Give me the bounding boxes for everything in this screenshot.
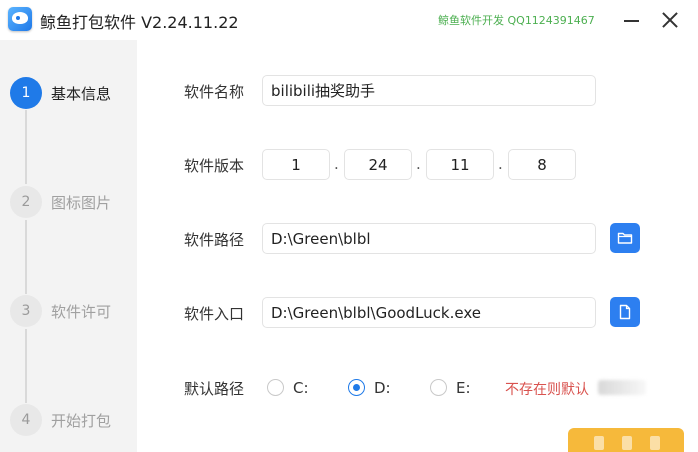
software-name-input[interactable]: bilibili抽奖助手 <box>262 75 596 106</box>
file-icon <box>619 304 631 320</box>
drive-e-label[interactable]: E: <box>456 379 471 397</box>
drive-d-label[interactable]: D: <box>374 379 391 397</box>
software-path-input[interactable]: D:\Green\blbl <box>262 223 596 254</box>
steps-sidebar: 1 基本信息 2 图标图片 3 软件许可 4 开始打包 <box>0 40 137 452</box>
step-2-circle[interactable]: 2 <box>10 186 42 218</box>
step-4-label[interactable]: 开始打包 <box>51 410 111 431</box>
version-separator: . <box>334 155 339 173</box>
drive-c-radio[interactable] <box>267 379 284 396</box>
step-1-label[interactable]: 基本信息 <box>51 83 111 104</box>
app-logo-icon <box>8 7 32 31</box>
drive-e-radio[interactable] <box>430 379 447 396</box>
step-1-circle[interactable]: 1 <box>10 77 42 109</box>
title-bar: 鲸鱼打包软件 V2.24.11.22 鲸鱼软件开发 QQ1124391467 <box>0 0 698 40</box>
step-connector <box>25 329 27 403</box>
drive-c-label[interactable]: C: <box>293 379 309 397</box>
browse-folder-button[interactable] <box>610 223 640 253</box>
version-separator: . <box>498 155 503 173</box>
author-info: 鲸鱼软件开发 QQ1124391467 <box>438 14 595 27</box>
button-glyph <box>594 436 604 450</box>
close-button[interactable] <box>657 8 683 32</box>
version-major-input[interactable]: 1 <box>262 149 330 180</box>
default-path-note: 不存在则默认 <box>505 382 589 398</box>
folder-icon <box>617 232 633 244</box>
step-3-circle[interactable]: 3 <box>10 295 42 327</box>
version-patch-input[interactable]: 11 <box>426 149 494 180</box>
browse-file-button[interactable] <box>610 297 640 327</box>
software-path-label: 软件路径 <box>184 231 245 249</box>
step-2-label[interactable]: 图标图片 <box>51 192 111 213</box>
step-3-label[interactable]: 软件许可 <box>51 301 111 322</box>
step-4-circle[interactable]: 4 <box>10 404 42 436</box>
blurred-text <box>598 380 646 395</box>
software-version-label: 软件版本 <box>184 157 245 175</box>
version-minor-input[interactable]: 24 <box>344 149 412 180</box>
step-connector <box>25 220 27 294</box>
window-title: 鲸鱼打包软件 V2.24.11.22 <box>40 13 239 32</box>
software-entry-label: 软件入口 <box>184 305 245 323</box>
next-step-button[interactable] <box>568 428 684 452</box>
software-entry-input[interactable]: D:\Green\blbl\GoodLuck.exe <box>262 297 596 328</box>
software-name-label: 软件名称 <box>184 83 245 101</box>
step-connector <box>25 110 27 184</box>
version-separator: . <box>416 155 421 173</box>
drive-d-radio[interactable] <box>348 379 365 396</box>
minimize-button[interactable] <box>618 8 644 32</box>
version-build-input[interactable]: 8 <box>508 149 576 180</box>
default-path-label: 默认路径 <box>184 380 245 398</box>
button-glyph <box>622 436 632 450</box>
button-glyph <box>650 436 660 450</box>
